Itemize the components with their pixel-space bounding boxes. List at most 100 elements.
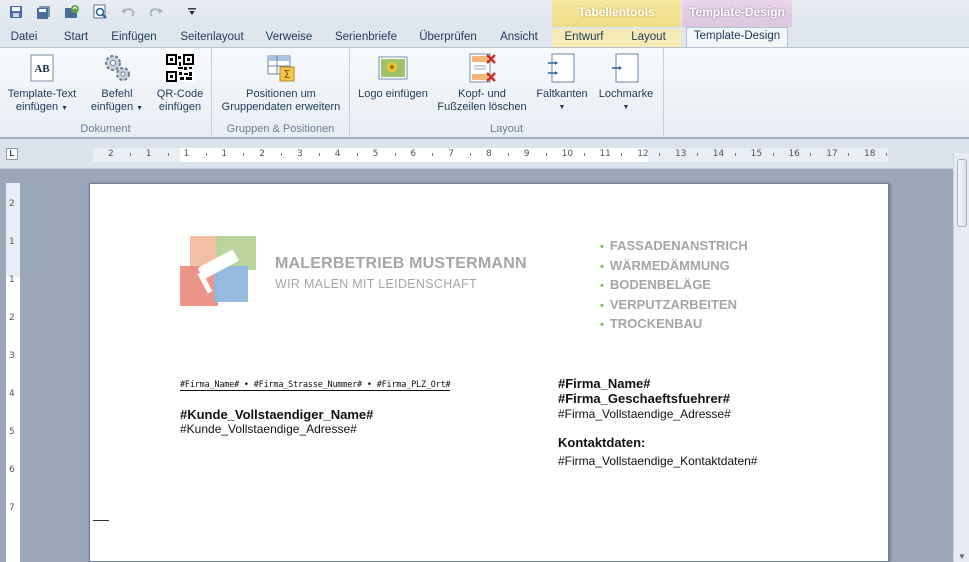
ruler-number: 1 [145, 149, 152, 159]
bullet-icon: • [600, 241, 604, 253]
ruler-tick [848, 153, 850, 156]
vertical-scrollbar[interactable]: ▼ [953, 153, 969, 562]
document-page[interactable]: MALERBETRIEB MUSTERMANN WIR MALEN MIT LE… [89, 183, 889, 562]
ruler-tick [470, 153, 472, 156]
ruler-tick [810, 153, 812, 156]
ruler-tick [696, 153, 698, 156]
ruler-number: 8 [486, 149, 492, 159]
title-bar: Tabellentools Template-Design [0, 0, 969, 27]
group-layout: Logo einfügen Kopf- und Fußzeilen lösche… [350, 48, 664, 137]
ruler-tick [659, 153, 661, 156]
bullet-icon: • [600, 299, 604, 312]
ruler-number: 2 [9, 313, 15, 323]
ruler-number: 1 [221, 149, 228, 159]
service-item: • BODENBELÄGE [600, 277, 711, 292]
contact-data[interactable]: #Firma_Vollstaendige_Kontaktdaten# [558, 453, 757, 469]
vertical-ruler[interactable]: 2 1 1 2 3 4 5 6 7 [6, 183, 20, 562]
ruler-number: 12 [637, 149, 649, 159]
tab-start[interactable]: Start [56, 29, 96, 47]
ruler-tick [885, 153, 887, 156]
ruler-number: 1 [183, 149, 190, 159]
template-text-button[interactable]: AB Template-Text einfügen ▼ [2, 50, 82, 115]
qr-label-2: einfügen [158, 101, 202, 113]
context-template-design: Template-Design [682, 0, 792, 27]
firm-address[interactable]: #Firma_Vollstaendige_Adresse# [558, 406, 757, 422]
undo-icon[interactable] [118, 3, 138, 21]
firm-info-block: #Firma_Name# #Firma_Geschaeftsfuehrer# #… [558, 376, 757, 469]
customer-address[interactable]: #Kunde_Vollstaendige_Adresse# [180, 422, 357, 436]
svg-text:Σ: Σ [284, 68, 291, 81]
ruler-number: 11 [599, 149, 611, 159]
tab-stop-selector[interactable]: L [6, 148, 18, 160]
ruler-tick [243, 153, 245, 156]
save-all-icon[interactable] [34, 3, 54, 21]
ruler-number: 17 [826, 149, 838, 159]
services-list: • FASSADENANSTRICH • WÄRMEDÄMMUNG • BODENBE… [600, 236, 748, 334]
qr-code-button[interactable]: QR-Code einfügen [150, 50, 210, 114]
tab-verweise[interactable]: Verweise [260, 29, 318, 47]
logo-label: Logo einfügen [358, 88, 428, 100]
delete-header-footer-icon [469, 53, 496, 83]
ruler-number: 7 [448, 149, 454, 159]
tab-seitenlayout[interactable]: Seitenlayout [174, 29, 250, 47]
service-item: • FASSADENANSTRICH [600, 238, 748, 253]
kopf-fusszeilen-loeschen-button[interactable]: Kopf- und Fußzeilen löschen [436, 50, 528, 114]
ruler-tick [772, 153, 774, 156]
ab-glyph: AB [34, 63, 50, 75]
print-preview-icon[interactable] [90, 3, 110, 21]
tab-datei[interactable]: Datei [6, 29, 42, 47]
contact-heading[interactable]: Kontaktdaten: [558, 435, 757, 451]
group-label-gruppen: Gruppen & Positionen [226, 123, 335, 135]
lochmarke-button[interactable]: Lochmarke ▼ [596, 50, 656, 114]
punch-mark-icon [612, 53, 639, 83]
ruler-number: 2 [9, 199, 15, 209]
ruler-tick [621, 153, 623, 156]
ruler-number: 5 [372, 149, 379, 159]
tab-einfuegen[interactable]: Einfügen [106, 29, 162, 47]
tab-layout[interactable]: Layout [616, 29, 681, 47]
positionen-button[interactable]: Σ Positionen um Gruppendaten erweitern [216, 50, 346, 114]
ruler-number: 2 [108, 149, 114, 159]
ruler-number: 6 [9, 465, 15, 475]
ruler-number: 3 [9, 351, 15, 361]
customer-name[interactable]: #Kunde_Vollstaendiger_Name# [180, 407, 373, 422]
ruler-number: 7 [9, 503, 15, 513]
faltkanten-button[interactable]: Faltkanten ▼ [534, 50, 590, 114]
refresh-icon[interactable] [62, 3, 82, 21]
context-tabellentools: Tabellentools [552, 0, 681, 27]
tab-template-design[interactable]: Template-Design [686, 27, 788, 47]
ruler-tick [432, 153, 434, 156]
scroll-down-icon[interactable]: ▼ [956, 552, 968, 561]
template-text-icon: AB [30, 54, 54, 82]
befehl-button[interactable]: Befehl einfügen ▼ [86, 50, 148, 115]
ruler-number: 15 [750, 149, 763, 159]
firm-name[interactable]: #Firma_Name# [558, 376, 757, 391]
logo-einfuegen-button[interactable]: Logo einfügen [356, 50, 430, 101]
ruler-number: 4 [9, 389, 15, 399]
bullet-icon: • [600, 280, 604, 292]
tab-ueberpruefen[interactable]: Überprüfen [414, 29, 482, 47]
qr-label-1: QR-Code [156, 88, 204, 100]
chevron-down-icon: ▼ [136, 105, 144, 112]
customize-icon[interactable] [182, 3, 202, 21]
save-icon[interactable] [6, 3, 26, 21]
tab-ansicht[interactable]: Ansicht [494, 29, 544, 47]
bullet-icon: • [600, 319, 604, 331]
tab-entwurf[interactable]: Entwurf [552, 29, 616, 47]
ruler-tick [545, 153, 547, 156]
chevron-down-icon: ▼ [61, 105, 69, 112]
scrollbar-thumb[interactable] [957, 159, 967, 227]
positionen-label-1: Positionen um [246, 88, 316, 100]
horizontal-ruler[interactable]: 2 1 1 1 2 3 4 5 6 7 8 9 10 11 12 13 14 15 16 17 18 [93, 148, 888, 162]
sender-line[interactable]: #Firma_Name# • #Firma_Strasse_Nummer# • … [180, 380, 451, 391]
tab-serienbriefe[interactable]: Serienbriefe [330, 29, 402, 47]
befehl-label-2: einfügen [90, 101, 134, 113]
fold-mark [93, 520, 109, 521]
service-item: • WÄRMEDÄMMUNG [600, 257, 730, 273]
ruler-tick [167, 153, 169, 156]
group-dokument: AB Template-Text einfügen ▼ Befehl einfü… [0, 48, 212, 137]
ruler-number: 1 [9, 237, 15, 247]
positionen-label-2: Gruppendaten erweitern [221, 101, 341, 113]
redo-icon[interactable] [146, 3, 166, 21]
firm-ceo[interactable]: #Firma_Geschaeftsfuehrer# [558, 391, 757, 406]
